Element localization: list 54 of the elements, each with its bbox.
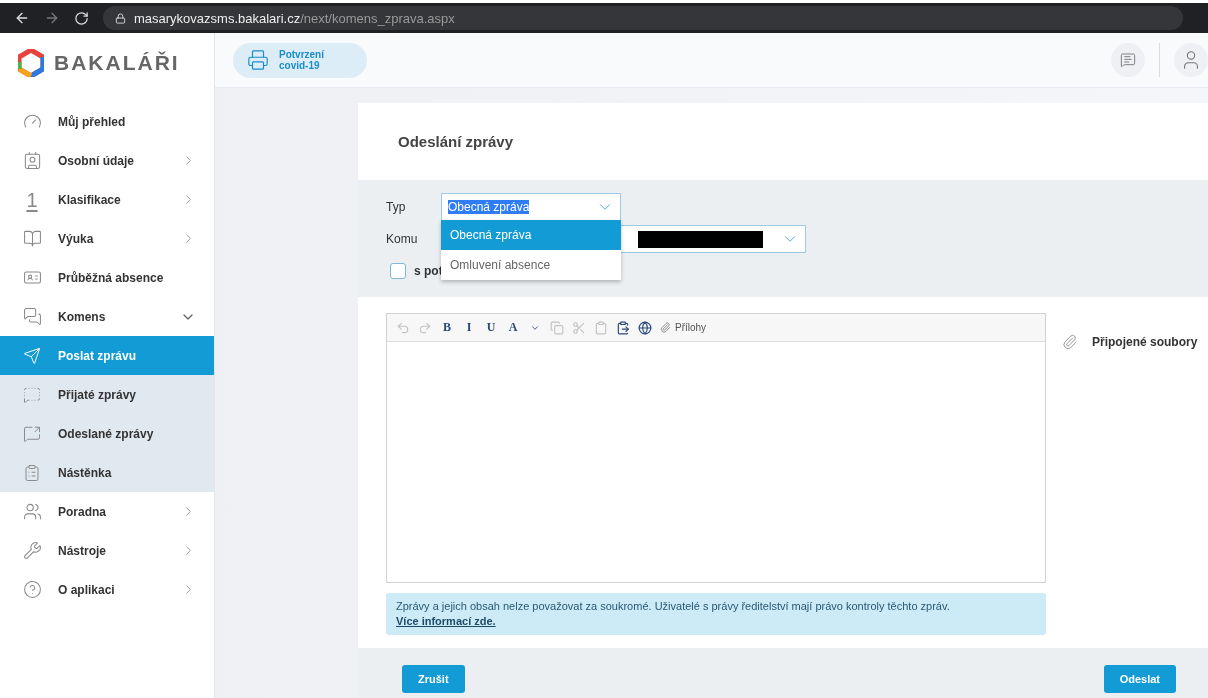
sidebar-item[interactable]: Poradna: [0, 492, 214, 531]
url-host: masarykovazsms.bakalari.cz: [134, 10, 301, 26]
help-icon: [22, 580, 42, 599]
paperclip-icon: [660, 322, 671, 333]
grade-glyph: 1: [25, 189, 39, 210]
sidebar-item[interactable]: Výuka: [0, 219, 214, 258]
messages-button[interactable]: [1111, 43, 1145, 77]
recipient-label: Komu: [386, 232, 419, 246]
reload-icon[interactable]: [74, 10, 89, 26]
id-card-icon: [22, 268, 42, 287]
checkbox[interactable]: [390, 263, 406, 279]
user-avatar-button[interactable]: [1174, 43, 1208, 77]
format-button[interactable]: I: [459, 316, 479, 339]
sidebar-item[interactable]: O aplikaci: [0, 570, 214, 609]
address-bar[interactable]: masarykovazsms.bakalari.cz/next/komens_zprava.aspx: [103, 6, 1183, 30]
people-icon: [22, 502, 42, 521]
attachments-button[interactable]: Přílohy: [657, 316, 710, 339]
chat-bubbles-icon: [22, 307, 42, 326]
notice-board-icon: [22, 463, 42, 482]
format-button[interactable]: B: [437, 316, 457, 339]
card-title: Odeslání zprávy: [397, 132, 515, 152]
printer-icon: [247, 49, 269, 71]
logo-text: BAKALÁŘI: [54, 51, 180, 75]
wrench-icon: [22, 541, 42, 560]
paperclip-icon: [1060, 334, 1080, 350]
editor[interactable]: B I U A Přílohy: [386, 313, 1046, 583]
attached-files-label: Připojené soubory: [1092, 335, 1198, 349]
sidebar-item[interactable]: Komens: [0, 297, 214, 336]
dropdown-option[interactable]: Omluvení absence: [441, 250, 621, 280]
contact-card-icon: [22, 151, 42, 170]
paper-plane-icon: [22, 346, 42, 365]
format-button[interactable]: U: [481, 316, 501, 339]
gauge-icon: [22, 112, 42, 131]
back-icon[interactable]: [14, 10, 30, 26]
sidebar-subitem[interactable]: Přijaté zprávy: [0, 375, 214, 414]
sidebar-item[interactable]: Nástroje: [0, 531, 214, 570]
more-info-link[interactable]: Více informací zde.: [396, 615, 496, 627]
sidebar-subitem[interactable]: Nástěnka: [0, 453, 214, 492]
book-icon: [22, 229, 42, 248]
type-select[interactable]: Obecná zpráva: [441, 193, 621, 221]
sidebar-item[interactable]: Osobní údaje: [0, 141, 214, 180]
sidebar-item[interactable]: 1 Klasifikace: [0, 180, 214, 219]
message-icon: [1120, 52, 1136, 68]
url-path: /next/komens_zprava.aspx: [300, 10, 455, 26]
lock-icon: [115, 12, 126, 24]
privacy-notice: Zprávy a jejich obsah nelze považovat za soukromé. Uživatelé s právy ředitelství mají právo kontroly těchto zpráv. Více informací zde.: [386, 593, 1046, 635]
logo-icon: [18, 49, 44, 77]
sidebar-item[interactable]: Průběžná absence: [0, 258, 214, 297]
format-button[interactable]: A: [503, 316, 523, 339]
forward-icon[interactable]: [44, 10, 60, 26]
outgoing-message-icon: [22, 424, 42, 443]
sidebar-subitem[interactable]: Odeslané zprávy: [0, 414, 214, 453]
sidebar-item[interactable]: Můj přehled: [0, 102, 214, 141]
type-label: Typ: [386, 200, 407, 214]
